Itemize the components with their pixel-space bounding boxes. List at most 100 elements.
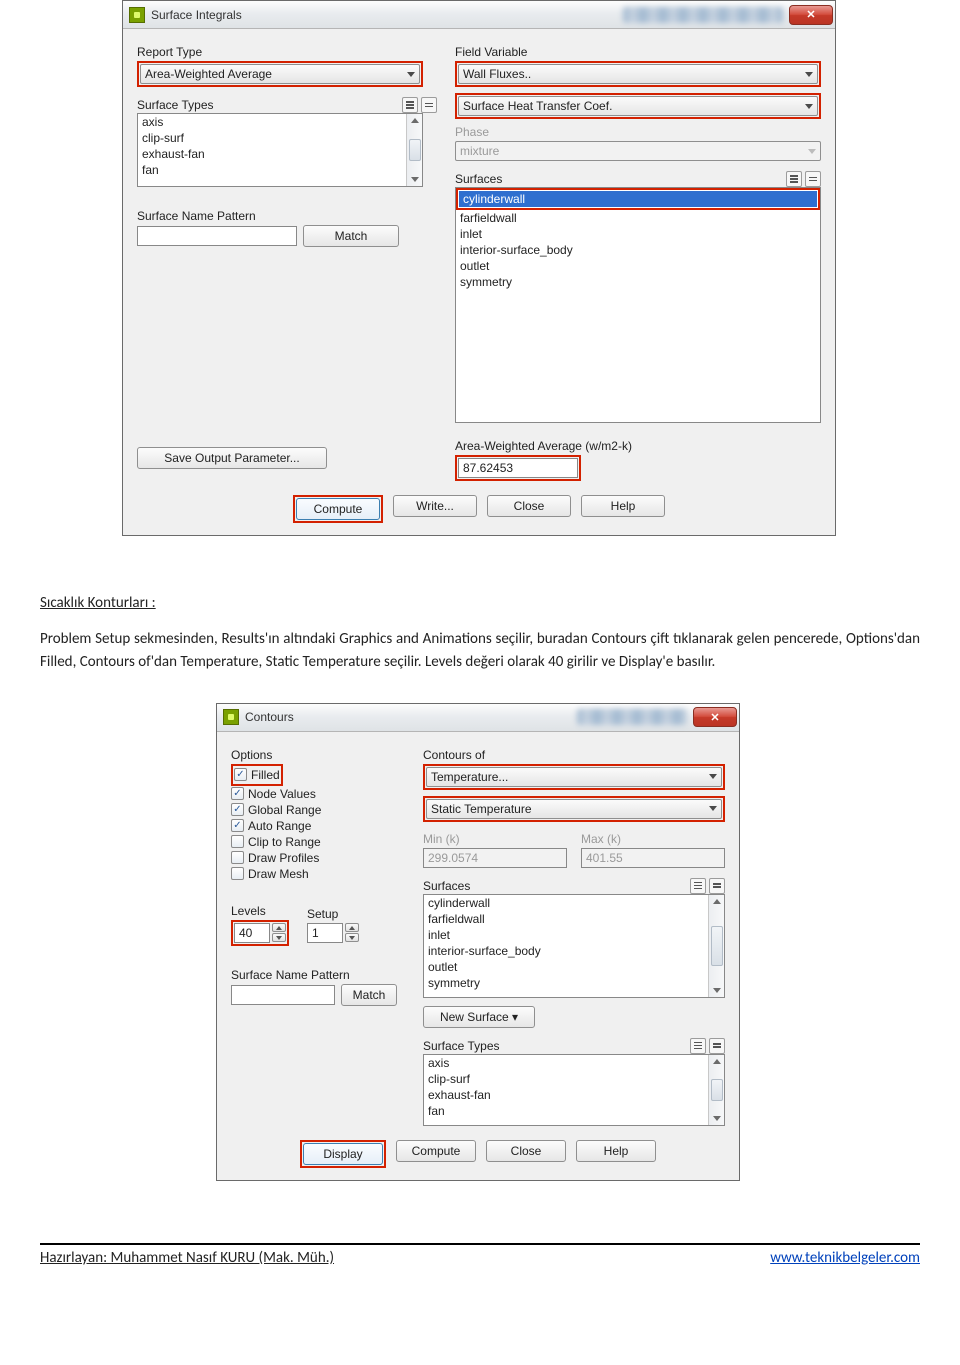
levels-spinner[interactable]: 40 [234, 923, 286, 943]
list-item[interactable]: interior-surface_body [424, 943, 724, 959]
compute-button[interactable]: Compute [296, 498, 380, 520]
list-item[interactable]: clip-surf [138, 130, 422, 146]
setup-spinner[interactable]: 1 [307, 923, 359, 943]
surface-name-pattern-input-2[interactable] [231, 985, 335, 1005]
scroll-thumb[interactable] [711, 926, 723, 966]
scrollbar[interactable] [708, 895, 724, 997]
select-all-icon[interactable] [690, 878, 706, 894]
surface-name-pattern-input[interactable] [137, 226, 297, 246]
select-all-icon[interactable] [690, 1038, 706, 1054]
scroll-down-icon [713, 1116, 721, 1121]
list-item[interactable]: outlet [456, 258, 820, 274]
write-button[interactable]: Write... [393, 495, 477, 517]
phase-label: Phase [455, 125, 821, 139]
close-button-2[interactable]: Close [486, 1140, 566, 1162]
list-item[interactable]: cylinderwall [459, 191, 817, 207]
scroll-up-icon [713, 1059, 721, 1064]
section-heading: Sıcaklık Konturları : [40, 594, 920, 612]
list-item[interactable]: outlet [424, 959, 724, 975]
min-input: 299.0574 [423, 848, 567, 868]
checkbox-icon [234, 768, 247, 781]
scroll-thumb[interactable] [711, 1079, 723, 1101]
compute-button-2[interactable]: Compute [396, 1140, 476, 1162]
select-all-icon[interactable] [402, 97, 418, 113]
list-item[interactable]: inlet [456, 226, 820, 242]
list-item[interactable]: axis [424, 1055, 724, 1071]
result-output: 87.62453 [458, 458, 578, 478]
chevron-down-icon [407, 72, 415, 77]
list-item[interactable]: symmetry [456, 274, 820, 290]
app-icon [129, 7, 145, 23]
report-type-dropdown[interactable]: Area-Weighted Average [140, 64, 420, 84]
option-clip-to-range[interactable]: Clip to Range [231, 834, 409, 850]
field-variable-dropdown[interactable]: Wall Fluxes.. [458, 64, 818, 84]
field-variable-sub-dropdown[interactable]: Surface Heat Transfer Coef. [458, 96, 818, 116]
surface-name-pattern-label-2: Surface Name Pattern [231, 968, 409, 982]
close-icon[interactable]: ✕ [693, 707, 737, 727]
list-item[interactable]: cylinderwall [424, 895, 724, 911]
option-filled[interactable]: Filled [234, 767, 280, 783]
contours-of-sub-dropdown[interactable]: Static Temperature [426, 799, 722, 819]
footer-link[interactable]: www.teknikbelgeler.com [770, 1249, 920, 1267]
checkbox-icon [231, 867, 244, 880]
help-button-2[interactable]: Help [576, 1140, 656, 1162]
surface-integrals-dialog: Surface Integrals ✕ Report Type Area-Wei… [122, 0, 836, 536]
report-type-highlight: Area-Weighted Average [137, 61, 423, 87]
close-icon[interactable]: ✕ [789, 5, 833, 25]
deselect-all-icon[interactable] [709, 1038, 725, 1054]
options-label: Options [231, 748, 409, 762]
surface-integrals-titlebar: Surface Integrals ✕ [123, 1, 835, 29]
surfaces-list-2[interactable]: cylinderwall farfieldwall inlet interior… [423, 894, 725, 998]
list-item[interactable]: interior-surface_body [456, 242, 820, 258]
chevron-down-icon [805, 72, 813, 77]
option-draw-profiles[interactable]: Draw Profiles [231, 850, 409, 866]
checkbox-icon [231, 819, 244, 832]
surfaces-list[interactable]: cylinderwall farfieldwall inlet interior… [455, 187, 821, 423]
list-item[interactable]: fan [138, 162, 422, 178]
list-item[interactable]: exhaust-fan [138, 146, 422, 162]
setup-label: Setup [307, 907, 359, 921]
surfaces-label: Surfaces [455, 172, 502, 186]
scroll-thumb[interactable] [409, 139, 421, 161]
surface-types-list[interactable]: axis clip-surf exhaust-fan fan [137, 113, 423, 187]
contours-titlebar: Contours ✕ [217, 704, 739, 732]
option-node-values[interactable]: Node Values [231, 786, 409, 802]
match-button-2[interactable]: Match [341, 984, 397, 1006]
option-draw-mesh[interactable]: Draw Mesh [231, 866, 409, 882]
report-type-label: Report Type [137, 45, 437, 59]
select-all-icon[interactable] [786, 171, 802, 187]
save-output-parameter-button[interactable]: Save Output Parameter... [137, 447, 327, 469]
new-surface-button[interactable]: New Surface ▾ [423, 1006, 535, 1028]
contours-of-dropdown[interactable]: Temperature... [426, 767, 722, 787]
list-item[interactable]: fan [424, 1103, 724, 1119]
help-button[interactable]: Help [581, 495, 665, 517]
match-button[interactable]: Match [303, 225, 399, 247]
spinner-up-icon[interactable] [272, 923, 286, 932]
scrollbar[interactable] [708, 1055, 724, 1125]
option-auto-range[interactable]: Auto Range [231, 818, 409, 834]
surface-types-list-2[interactable]: axis clip-surf exhaust-fan fan [423, 1054, 725, 1126]
list-item[interactable]: inlet [424, 927, 724, 943]
chevron-down-icon [709, 806, 717, 811]
obscured-region [577, 709, 687, 725]
scroll-down-icon [411, 177, 419, 182]
deselect-all-icon[interactable] [805, 171, 821, 187]
list-item[interactable]: farfieldwall [424, 911, 724, 927]
list-item[interactable]: clip-surf [424, 1071, 724, 1087]
spinner-down-icon[interactable] [272, 933, 286, 942]
spinner-up-icon[interactable] [345, 923, 359, 932]
list-item[interactable]: exhaust-fan [424, 1087, 724, 1103]
surface-types-label-2: Surface Types [423, 1039, 500, 1053]
deselect-all-icon[interactable] [421, 97, 437, 113]
option-global-range[interactable]: Global Range [231, 802, 409, 818]
deselect-all-icon[interactable] [709, 878, 725, 894]
list-item[interactable]: axis [138, 114, 422, 130]
scrollbar[interactable] [406, 114, 422, 186]
spinner-down-icon[interactable] [345, 933, 359, 942]
display-button[interactable]: Display [303, 1143, 383, 1165]
obscured-region [623, 7, 783, 23]
list-item[interactable]: symmetry [424, 975, 724, 991]
close-button[interactable]: Close [487, 495, 571, 517]
list-item[interactable]: farfieldwall [456, 210, 820, 226]
checkbox-icon [231, 835, 244, 848]
